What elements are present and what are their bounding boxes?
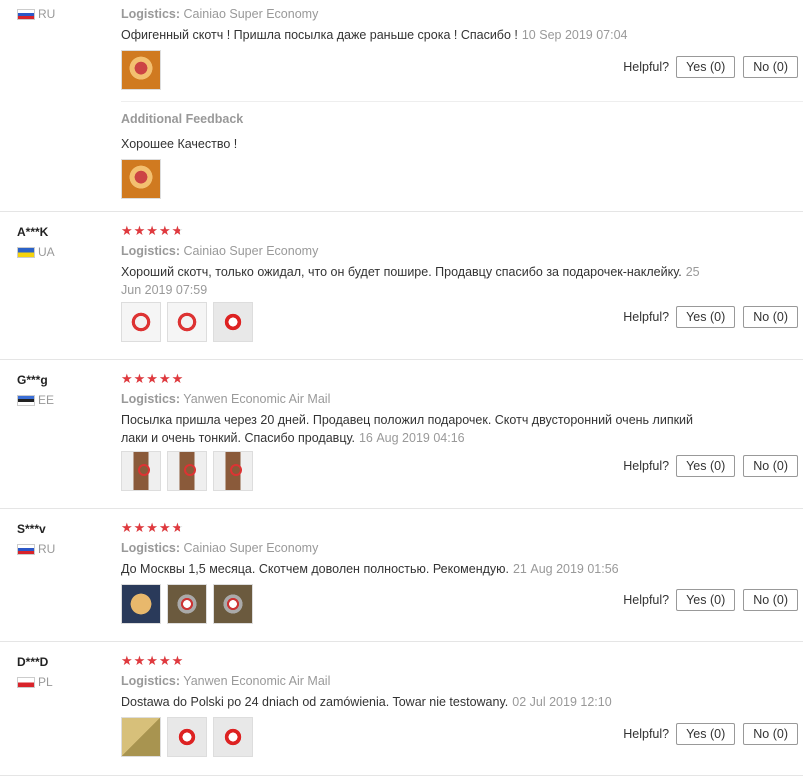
additional-feedback: Additional Feedback Хорошее Качество ! [121,101,803,212]
helpful-yes-button[interactable]: Yes (0) [676,455,736,477]
review-text: Хороший скотч, только ожидал, что он буд… [121,265,700,297]
review-photo[interactable] [167,717,207,757]
review-photo[interactable] [167,302,207,342]
logistics: Logistics: Cainiao Super Economy [121,244,319,258]
review-text: Dostawa do Polski po 24 dniach od zamówi… [121,695,612,709]
logistics: Logistics: Cainiao Super Economy [121,7,319,21]
review-photo[interactable] [167,584,207,624]
review-photo[interactable] [213,302,253,342]
star-rating: ★★★★★ ★★★★★ [121,521,185,535]
logistics: Logistics: Yanwen Economic Air Mail [121,674,331,688]
helpful-no-button[interactable]: No (0) [743,589,798,611]
star-rating: ★★★★★ ★★★★★ [121,654,185,668]
country: UA [17,244,55,260]
helpful-no-button[interactable]: No (0) [743,306,798,328]
review-photo[interactable] [121,159,161,199]
helpful-yes-button[interactable]: Yes (0) [676,56,736,78]
feedback-item: G***g EE ★★★★★ ★★★★★ Logistics: Yanwen Ec… [0,360,803,509]
helpful-no-button[interactable]: No (0) [743,56,798,78]
feedback-item: RU Logistics: Cainiao Super Economy Офиг… [0,0,803,212]
star-rating: ★★★★★ ★★★★★ [121,372,185,386]
country: EE [17,392,54,408]
reviewer-name: D***D [17,655,49,669]
helpful-yes-button[interactable]: Yes (0) [676,306,736,328]
estonia-flag-icon [17,394,35,406]
review-photo[interactable] [213,451,253,491]
helpful-vote: Helpful? Yes (0) No (0) [623,723,798,745]
additional-feedback-title: Additional Feedback [121,112,244,126]
review-photo[interactable] [213,584,253,624]
review-date: 02 Jul 2019 12:10 [512,695,612,709]
review-photo[interactable] [121,584,161,624]
logistics: Logistics: Yanwen Economic Air Mail [121,392,331,406]
reviewer-name: A***K [17,225,49,239]
country: PL [17,674,53,690]
helpful-vote: Helpful? Yes (0) No (0) [623,455,798,477]
helpful-vote: Helpful? Yes (0) No (0) [623,56,798,78]
feedback-item: D***D PL ★★★★★ ★★★★★ Logistics: Yanwen Ec… [0,642,803,776]
review-date: 10 Sep 2019 07:04 [521,28,628,42]
russia-flag-icon [17,543,35,555]
review-photo[interactable] [213,717,253,757]
star-rating: ★★★★★ ★★★★★ [121,224,185,238]
review-date: 21 Aug 2019 01:56 [512,562,619,576]
review-photo[interactable] [121,717,161,757]
helpful-vote: Helpful? Yes (0) No (0) [623,306,798,328]
country: RU [17,6,55,22]
reviewer-name: G***g [17,373,48,387]
review-photo[interactable] [121,50,161,90]
logistics: Logistics: Cainiao Super Economy [121,541,319,555]
feedback-item: S***v RU ★★★★★ ★★★★★ Logistics: Cainiao S… [0,509,803,642]
review-photo[interactable] [121,451,161,491]
helpful-no-button[interactable]: No (0) [743,723,798,745]
country: RU [17,541,55,557]
review-text: Посылка пришла через 20 дней. Продавец п… [121,413,694,445]
helpful-yes-button[interactable]: Yes (0) [676,589,736,611]
russia-flag-icon [17,8,35,20]
review-photo[interactable] [167,451,207,491]
poland-flag-icon [17,676,35,688]
reviewer-name: S***v [17,522,46,536]
review-date: 16 Aug 2019 04:16 [358,431,465,445]
review-text: До Москвы 1,5 месяца. Скотчем доволен по… [121,562,619,576]
helpful-yes-button[interactable]: Yes (0) [676,723,736,745]
review-photo[interactable] [121,302,161,342]
additional-feedback-text: Хорошее Качество ! [121,137,238,151]
feedback-item: A***K UA ★★★★★ ★★★★★ Logistics: Cainiao S… [0,212,803,360]
helpful-no-button[interactable]: No (0) [743,455,798,477]
review-text: Офигенный скотч ! Пришла посылка даже ра… [121,28,628,42]
ukraine-flag-icon [17,246,35,258]
helpful-vote: Helpful? Yes (0) No (0) [623,589,798,611]
